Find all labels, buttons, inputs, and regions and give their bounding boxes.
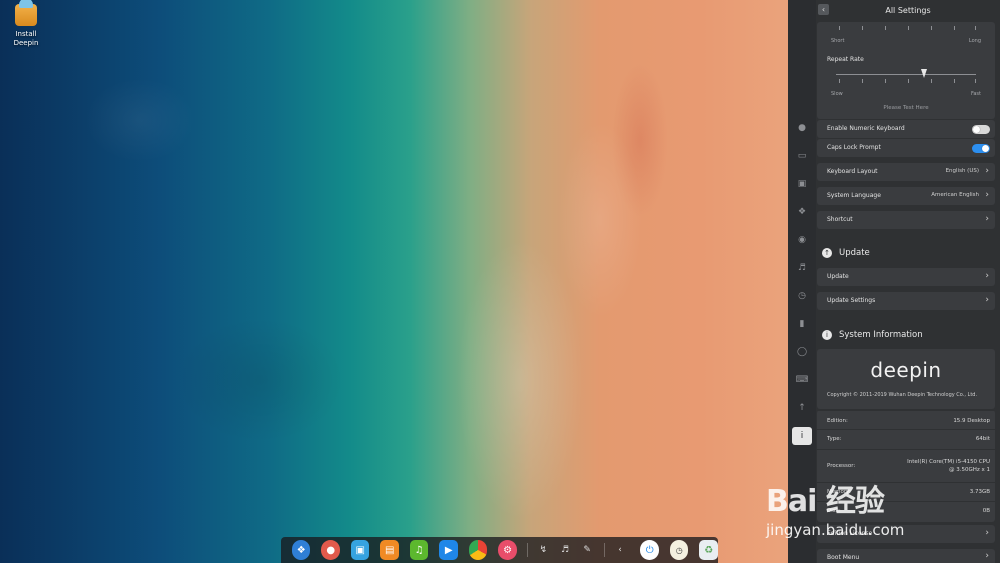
- shortcut-row[interactable]: Shortcut ›: [817, 211, 995, 229]
- page-title: All Settings: [885, 6, 931, 15]
- power-icon[interactable]: ▮: [795, 317, 809, 331]
- chevron-right-icon: ›: [985, 271, 989, 281]
- boot-menu-row[interactable]: Boot Menu ›: [817, 549, 995, 563]
- settings-gear-icon[interactable]: ⚙: [498, 540, 517, 560]
- edition-row: Edition: 15.9 Desktop: [817, 410, 995, 430]
- repeat-rate-label: Repeat Rate: [827, 56, 864, 63]
- type-label: Type:: [827, 436, 842, 442]
- repeat-rate-slider-handle[interactable]: [921, 69, 928, 78]
- system-info-section-label: System Information: [839, 330, 923, 340]
- repeat-rate-slider-track[interactable]: [836, 74, 976, 75]
- volume-icon[interactable]: ♬: [559, 543, 572, 557]
- numeric-keyboard-label: Enable Numeric Keyboard: [827, 125, 905, 132]
- copyright-text: Copyright © 2011-2019 Wuhan Deepin Techn…: [827, 392, 978, 398]
- update-row[interactable]: Update ›: [817, 268, 995, 286]
- type-row: Type: 64bit: [817, 429, 995, 449]
- info-icon: i: [822, 330, 832, 340]
- edition-label: Edition:: [827, 418, 848, 424]
- watermark-url: jingyan.baidu.com: [766, 521, 905, 539]
- chevron-right-icon: ›: [985, 190, 989, 200]
- screen-recorder-icon[interactable]: ●: [321, 540, 340, 560]
- network-icon[interactable]: ◉: [795, 233, 809, 247]
- chrome-browser-icon[interactable]: [468, 540, 488, 560]
- baidu-watermark: Bai 经验 jingyan.baidu.com: [760, 458, 990, 544]
- pen-icon[interactable]: ✎: [581, 543, 594, 557]
- keyboard-layout-label: Keyboard Layout: [827, 168, 878, 175]
- system-language-value: American English: [931, 192, 979, 198]
- chevron-right-icon: ›: [985, 214, 989, 224]
- power-button-icon[interactable]: ⏻: [640, 540, 659, 560]
- keyboard-layout-row[interactable]: Keyboard Layout English (US) ›: [817, 163, 995, 181]
- keyboard-icon[interactable]: ⌨: [795, 373, 809, 387]
- edition-value: 15.9 Desktop: [953, 418, 990, 424]
- caps-lock-toggle[interactable]: [972, 144, 990, 153]
- delay-long-label: Long: [968, 38, 981, 44]
- update-settings-label: Update Settings: [827, 297, 876, 304]
- update-settings-row[interactable]: Update Settings ›: [817, 292, 995, 310]
- installer-box-icon: [15, 0, 37, 26]
- update-section-title: ↑ Update: [822, 248, 870, 258]
- dock-separator: [603, 543, 605, 557]
- delay-short-label: Short: [831, 38, 845, 44]
- personalization-icon[interactable]: ❖: [795, 205, 809, 219]
- default-apps-icon[interactable]: ▣: [795, 177, 809, 191]
- taskbar-dock: ❖ ● ▣ ▤ ♫ ▶ ⚙ ↯ ♬ ✎ ‹ ⏻ ◷ ♻: [281, 537, 718, 563]
- desktop-icon-label: Install Deepin: [13, 30, 39, 47]
- wallpaper-texture: [0, 0, 788, 563]
- deepin-logo-card: deepin Copyright © 2011-2019 Wuhan Deepi…: [817, 349, 995, 409]
- usb-icon[interactable]: ↯: [537, 543, 550, 557]
- watermark-logo-text: Bai 经验: [766, 484, 885, 519]
- launcher-icon[interactable]: ❖: [292, 540, 311, 560]
- shortcut-label: Shortcut: [827, 216, 853, 223]
- video-player-icon[interactable]: ▶: [439, 540, 458, 560]
- rate-fast-label: Fast: [970, 91, 981, 97]
- toggle-knob: [973, 126, 980, 133]
- chevron-left-icon[interactable]: ‹: [614, 543, 627, 557]
- system-language-label: System Language: [827, 192, 881, 199]
- test-input[interactable]: Please Test Here: [817, 105, 995, 111]
- system-info-icon[interactable]: i: [792, 427, 812, 445]
- desktop-icon-install-deepin[interactable]: Install Deepin: [4, 0, 48, 48]
- app-store-icon[interactable]: ▣: [350, 540, 370, 560]
- boot-menu-label: Boot Menu: [827, 554, 860, 561]
- sound-icon[interactable]: ♬: [795, 261, 809, 275]
- trash-icon[interactable]: ♻: [699, 540, 718, 560]
- type-value: 64bit: [975, 436, 990, 442]
- caps-lock-row: Caps Lock Prompt: [817, 139, 995, 157]
- update-section-label: Update: [839, 248, 870, 258]
- file-manager-icon[interactable]: ▤: [380, 540, 399, 560]
- chevron-right-icon: ›: [985, 551, 989, 561]
- dock-separator: [526, 543, 528, 557]
- numeric-keyboard-toggle[interactable]: [972, 125, 990, 134]
- keyboard-layout-value: English (US): [945, 168, 979, 174]
- numeric-keyboard-row: Enable Numeric Keyboard: [817, 120, 995, 138]
- chevron-right-icon: ›: [985, 295, 989, 305]
- update-label: Update: [827, 273, 849, 280]
- system-info-section-title: i System Information: [822, 330, 923, 340]
- keyboard-repeat-card: Short Long Repeat Rate Slow Fast Please …: [817, 22, 995, 119]
- accounts-icon[interactable]: ●: [795, 121, 809, 135]
- rate-slow-label: Slow: [831, 91, 843, 97]
- music-icon[interactable]: ♫: [409, 540, 429, 560]
- chevron-right-icon: ›: [985, 166, 989, 176]
- time-icon[interactable]: ◷: [795, 289, 809, 303]
- update-arrow-icon: ↑: [822, 248, 832, 258]
- caps-lock-label: Caps Lock Prompt: [827, 144, 881, 151]
- deepin-logo: deepin: [870, 358, 942, 382]
- toggle-knob: [982, 145, 989, 152]
- display-icon[interactable]: ▭: [795, 149, 809, 163]
- system-language-row[interactable]: System Language American English ›: [817, 187, 995, 205]
- mouse-icon[interactable]: ◯: [795, 345, 809, 359]
- clock-icon[interactable]: ◷: [669, 540, 689, 560]
- update-icon[interactable]: ↑: [795, 401, 809, 415]
